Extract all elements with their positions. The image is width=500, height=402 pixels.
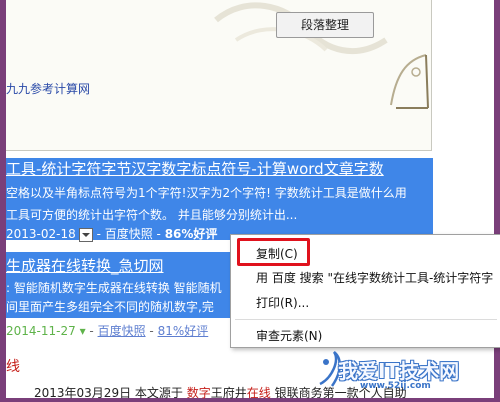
rating-2: 81%好评 <box>157 324 209 338</box>
watermark-url: www.52ij.com <box>360 381 431 391</box>
snapshot-link-1[interactable]: 百度快照 <box>105 227 153 241</box>
result-meta-1: 2013-02-18 - 百度快照 - 86%好评 <box>6 227 218 242</box>
rating-1: 86%好评 <box>164 227 218 241</box>
menu-item-search-baidu[interactable]: 用 百度 搜索 "在线字数统计工具-统计字符字 <box>256 269 493 286</box>
bottom-corner-ornament-icon <box>390 54 429 109</box>
result-snippet-2a: : 智能随机数字生成器在线转换 智能随机 <box>6 281 222 295</box>
menu-separator <box>235 319 497 320</box>
result-fragment: 线 <box>6 359 20 375</box>
result-title-1[interactable]: 工具-统计字符字节汉字数字标点符号-计算word文章字数 <box>6 158 384 179</box>
watermark-text: 我爱IT技术网 <box>338 359 460 383</box>
menu-item-inspect[interactable]: 审查元素(N) <box>256 327 322 344</box>
paragraph-arrange-button[interactable]: 段落整理 <box>276 12 374 38</box>
result-meta-2: 2014-11-27 ▾ - 百度快照 - 81%好评 <box>6 324 209 338</box>
result-snippet-1a: 空格以及半角标点符号为1个字符!汉字为2个字符! 字数统计工具是做什么用 <box>6 186 407 200</box>
result-date-2: 2014-11-27 <box>6 324 76 338</box>
result-title-2[interactable]: 生成器在线转换_急切网 <box>6 255 164 276</box>
result-snippet-2b: 间里面产生多组完全不同的随机数字,完 <box>6 300 214 314</box>
result-snippet-1b: 工具可方便的统计出字符个数。 并且能够分别统计出... <box>6 208 298 222</box>
copy-highlight-box <box>237 238 310 266</box>
dropdown-arrow-icon[interactable] <box>78 227 93 242</box>
menu-item-print[interactable]: 打印(R)... <box>256 294 309 311</box>
snapshot-link-2[interactable]: 百度快照 <box>98 324 146 338</box>
editor-panel: 段落整理 九九参考计算网 <box>6 0 432 151</box>
result-date-1: 2013-02-18 <box>6 227 76 241</box>
link-99-calculator[interactable]: 九九参考计算网 <box>6 80 90 97</box>
